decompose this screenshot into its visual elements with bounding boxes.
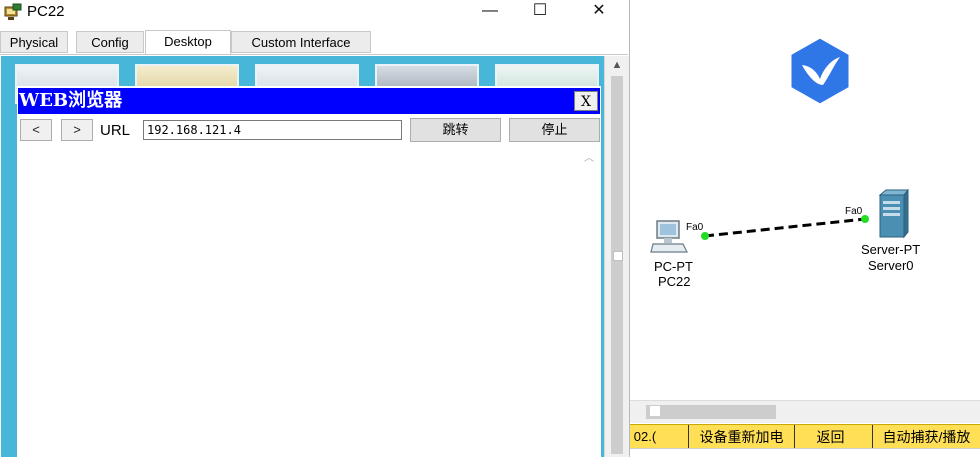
status-bar: 02.( 设备重新加电 返回 自动捕获/播放 bbox=[630, 424, 980, 449]
server-port-label: Fa0 bbox=[845, 206, 863, 217]
packet-tracer-pc-icon bbox=[4, 3, 22, 21]
browser-content-scrollbar[interactable]: ︿ bbox=[581, 146, 599, 457]
power-cycle-devices-button[interactable]: 设备重新加电 bbox=[688, 425, 794, 449]
close-button[interactable]: ✕ bbox=[576, 0, 622, 22]
workspace-horizontal-scrollbar[interactable] bbox=[630, 400, 980, 423]
url-label: URL bbox=[100, 122, 131, 139]
pc-device-icon[interactable] bbox=[650, 218, 690, 261]
desktop-scrollbar[interactable]: ▲ bbox=[604, 56, 629, 457]
auto-capture-play-button[interactable]: 自动捕获/播放 bbox=[872, 425, 980, 449]
minimize-button[interactable]: — bbox=[467, 0, 513, 22]
browser-title-bar: WEB浏览器 X bbox=[18, 88, 600, 114]
scrollbar-marker bbox=[650, 406, 660, 416]
tab-bar: Physical Config Desktop Custom Interface bbox=[0, 30, 628, 55]
go-button[interactable]: 跳转 bbox=[410, 118, 501, 142]
scrollbar-thumb[interactable] bbox=[646, 405, 776, 419]
pc22-window: PC22 — ☐ ✕ Physical Config Desktop Custo… bbox=[0, 0, 630, 457]
stop-button[interactable]: 停止 bbox=[509, 118, 600, 142]
window-title: PC22 bbox=[27, 3, 65, 20]
pc-device-name: PC22 bbox=[658, 274, 691, 289]
scrollbar-marker bbox=[613, 251, 623, 261]
pc-port-label: Fa0 bbox=[686, 222, 704, 233]
tab-desktop[interactable]: Desktop bbox=[145, 30, 231, 55]
browser-title: WEB浏览器 bbox=[19, 90, 123, 111]
scroll-up-icon[interactable]: ▲ bbox=[605, 56, 629, 74]
scroll-up-icon[interactable]: ︿ bbox=[584, 149, 594, 164]
tab-physical[interactable]: Physical bbox=[0, 31, 68, 53]
maximize-button[interactable]: ☐ bbox=[517, 0, 563, 22]
pc-port-status-indicator bbox=[701, 232, 709, 240]
back-realtime-button[interactable]: 返回 bbox=[794, 425, 866, 449]
tab-custom-interface[interactable]: Custom Interface bbox=[231, 31, 371, 53]
browser-close-button[interactable]: X bbox=[574, 91, 598, 111]
url-input[interactable]: 192.168.121.4 bbox=[143, 120, 402, 140]
pc-device-type: PC-PT bbox=[654, 259, 693, 274]
web-browser-panel: WEB浏览器 X < > URL 192.168.121.4 跳转 停止 ︿ bbox=[17, 86, 601, 457]
network-link[interactable] bbox=[630, 0, 980, 400]
tab-divider bbox=[0, 54, 628, 55]
browser-content[interactable] bbox=[19, 146, 581, 457]
title-bar: PC22 — ☐ ✕ bbox=[0, 0, 628, 26]
scrollbar-thumb[interactable] bbox=[611, 76, 623, 454]
tab-config[interactable]: Config bbox=[76, 31, 144, 53]
logical-workspace[interactable]: Fa0 PC-PT PC22 Fa0 Server-PT Server0 bbox=[630, 0, 980, 400]
server-device-name: Server0 bbox=[868, 258, 914, 273]
status-time-fragment: 02.( bbox=[633, 429, 657, 444]
forward-button[interactable]: > bbox=[61, 119, 93, 141]
server-device-type: Server-PT bbox=[861, 242, 921, 257]
server-device-icon[interactable] bbox=[874, 188, 910, 244]
back-button[interactable]: < bbox=[20, 119, 52, 141]
